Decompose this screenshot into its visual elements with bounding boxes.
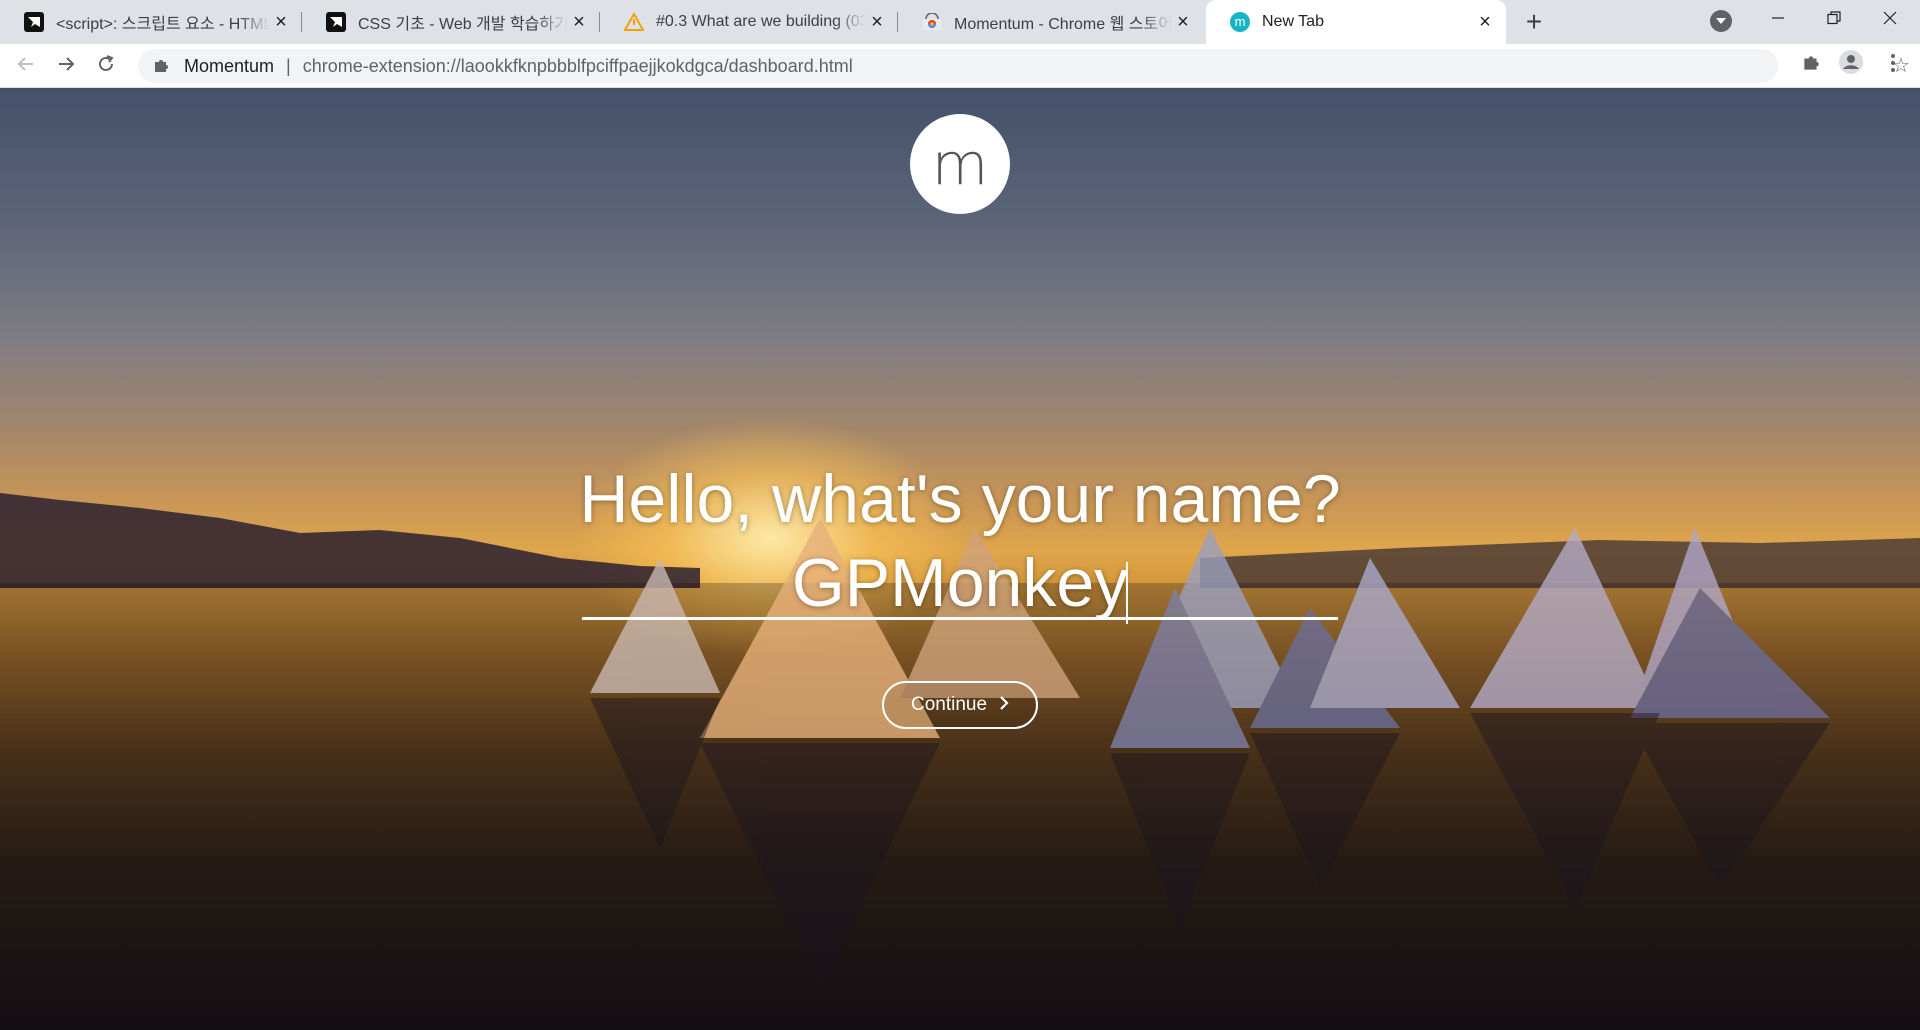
address-bar[interactable]: Momentum | chrome-extension://laookkfknp… <box>138 49 1910 83</box>
menu-button[interactable] <box>1877 50 1909 82</box>
chevron-right-icon <box>999 695 1009 716</box>
tab-css-basics[interactable]: CSS 기초 - Web 개발 학습하기 | × <box>302 0 600 44</box>
kebab-menu-icon <box>1891 54 1895 72</box>
chrome-webstore-icon <box>922 12 942 32</box>
close-icon[interactable]: × <box>1172 11 1194 33</box>
tab-mdn-script[interactable]: <script>: 스크립트 요소 - HTML × <box>0 0 302 44</box>
momentum-icon: m <box>1230 12 1250 32</box>
tab-nomad-lecture[interactable]: #0.3 What are we building (03:21) × <box>600 0 898 44</box>
extensions-button[interactable] <box>1795 50 1827 82</box>
continue-label: Continue <box>910 694 988 715</box>
browser-toolbar: Momentum | chrome-extension://laookkfknp… <box>0 44 1920 88</box>
tab-title: New Tab <box>1262 13 1324 30</box>
new-tab-button[interactable]: + <box>1520 8 1548 36</box>
extensions-puzzle-icon <box>1804 56 1819 70</box>
url-text: chrome-extension://laookkfknpbbblfpciffp… <box>302 55 853 76</box>
close-icon[interactable]: × <box>270 11 292 33</box>
close-icon[interactable]: × <box>568 11 590 33</box>
mdn-icon <box>24 12 44 32</box>
restore-icon <box>1827 11 1841 25</box>
reload-button[interactable] <box>90 50 122 82</box>
minimize-button[interactable] <box>1750 0 1806 40</box>
tab-search-icon[interactable] <box>1710 10 1732 32</box>
close-icon[interactable]: × <box>1474 11 1496 33</box>
back-arrow-icon <box>17 57 33 71</box>
tab-title: <script>: 스크립트 요소 - HTML <box>56 16 270 33</box>
restore-button[interactable] <box>1806 0 1862 40</box>
momentum-dashboard: m Hello, what's your name? Continue <box>0 88 1920 1030</box>
tab-momentum-webstore[interactable]: Momentum - Chrome 웹 스토어 × <box>898 0 1204 44</box>
extension-puzzle-icon <box>152 57 170 75</box>
reload-icon <box>99 55 114 71</box>
tab-strip: <script>: 스크립트 요소 - HTML × CSS 기초 - Web … <box>0 0 1920 44</box>
profile-avatar-icon <box>1839 50 1863 74</box>
close-icon[interactable]: × <box>866 11 888 33</box>
text-caret <box>1126 562 1128 624</box>
close-window-icon <box>1883 11 1897 25</box>
name-input[interactable] <box>582 548 1338 620</box>
continue-button[interactable]: Continue <box>882 681 1038 729</box>
tab-new-tab[interactable]: m New Tab × <box>1206 0 1506 44</box>
profile-button[interactable] <box>1835 50 1867 82</box>
mdn-icon <box>326 12 346 32</box>
close-window-button[interactable] <box>1862 0 1918 40</box>
site-name: Momentum <box>184 55 275 76</box>
minimize-icon <box>1772 17 1784 19</box>
address-divider: | <box>286 55 291 76</box>
greeting-question: Hello, what's your name? <box>579 461 1341 537</box>
nomad-warning-icon <box>624 12 644 32</box>
tab-title: Momentum - Chrome 웹 스토어 <box>954 16 1172 33</box>
back-button[interactable] <box>10 50 42 82</box>
forward-button[interactable] <box>50 50 82 82</box>
tab-title: #0.3 What are we building (03:21) <box>656 13 866 30</box>
momentum-logo: m <box>910 114 1010 214</box>
forward-arrow-icon <box>59 57 75 71</box>
tab-title: CSS 기초 - Web 개발 학습하기 | <box>358 16 568 33</box>
